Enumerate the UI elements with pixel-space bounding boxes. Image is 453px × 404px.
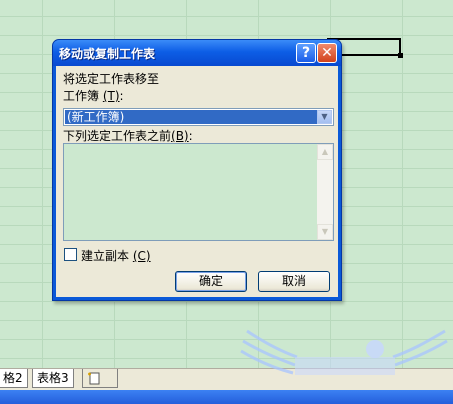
new-sheet-icon [88, 372, 100, 385]
sheet-list-scrollbar[interactable]: ▲ ▼ [317, 144, 333, 240]
insert-sheet-tab[interactable] [82, 369, 118, 388]
fill-handle[interactable] [398, 53, 403, 58]
help-icon: ? [301, 45, 311, 61]
workbook-hotkey: (T) [102, 89, 120, 103]
before-sheet-hotkey: (B) [171, 129, 189, 143]
sheet-tab-2[interactable]: 格2 [0, 369, 28, 388]
create-copy-label-text: 建立副本 [81, 249, 130, 263]
close-icon: ✕ [321, 45, 333, 61]
close-button[interactable]: ✕ [317, 43, 337, 63]
create-copy-label: 建立副本 (C) [81, 247, 151, 264]
move-copy-dialog: 移动或复制工作表 ? ✕ 将选定工作表移至 工作簿 (T): (新工作簿) ▼ … [52, 39, 342, 301]
workbook-select[interactable]: (新工作簿) ▼ [63, 108, 334, 126]
chevron-down-icon[interactable]: ▼ [317, 110, 332, 124]
dialog-titlebar[interactable]: 移动或复制工作表 ? ✕ [53, 40, 341, 66]
scroll-down-icon[interactable]: ▼ [317, 224, 333, 240]
dialog-body: 将选定工作表移至 工作簿 (T): (新工作簿) ▼ 下列选定工作表之前(B):… [56, 66, 338, 297]
workbook-label-text: 工作簿 [63, 89, 100, 103]
ok-button[interactable]: 确定 [175, 271, 247, 292]
before-sheet-label: 下列选定工作表之前(B): [63, 127, 193, 144]
workbook-label: 工作簿 (T): [63, 87, 124, 104]
workbook-label-colon: : [119, 89, 124, 103]
before-sheet-label-text: 下列选定工作表之前 [63, 129, 172, 143]
move-to-label: 将选定工作表移至 [63, 72, 160, 86]
sheet-list[interactable]: ▲ ▼ [63, 143, 334, 241]
before-sheet-colon: : [188, 129, 193, 143]
workbook-select-value: (新工作簿) [65, 110, 317, 124]
dialog-title: 移动或复制工作表 [59, 47, 156, 61]
cancel-button[interactable]: 取消 [258, 271, 330, 292]
taskbar [0, 390, 453, 404]
sheet-tab-bar: 格2 表格3 [0, 368, 453, 391]
create-copy-checkbox[interactable] [64, 248, 77, 261]
help-button[interactable]: ? [296, 43, 316, 63]
scroll-up-icon[interactable]: ▲ [317, 144, 333, 160]
sheet-tab-3[interactable]: 表格3 [32, 369, 74, 388]
create-copy-hotkey: (C) [132, 249, 151, 263]
